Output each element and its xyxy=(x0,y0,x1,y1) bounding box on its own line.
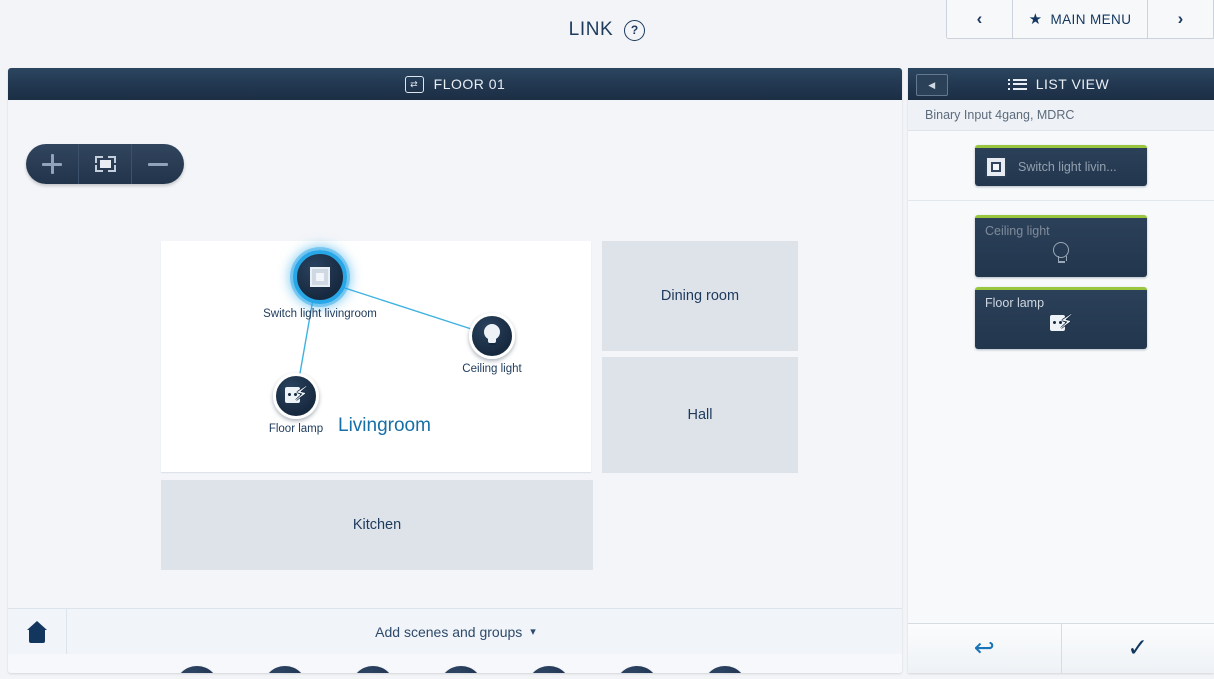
device-node-floor-lamp[interactable]: ⚡ Floor lamp xyxy=(269,373,323,435)
top-nav-group: ‹ ★ MAIN MENU › xyxy=(946,0,1214,39)
add-scenes-bar: Add scenes and groups ▾ xyxy=(8,608,902,654)
main-menu-button[interactable]: ★ MAIN MENU xyxy=(1013,0,1148,39)
device-node-label: Ceiling light xyxy=(462,363,522,375)
home-button[interactable] xyxy=(8,609,67,654)
help-icon[interactable]: ? xyxy=(624,19,646,41)
device-node-label: Floor lamp xyxy=(268,423,324,435)
scene-disc xyxy=(175,666,219,673)
socket-bolt-icon: ⚡ xyxy=(1050,313,1073,334)
back-button[interactable]: ↩ xyxy=(908,624,1061,673)
list-view-footer: ↩ ✓ xyxy=(908,623,1214,673)
fit-to-screen-icon xyxy=(94,156,116,172)
room-label-livingroom: Livingroom xyxy=(338,415,431,436)
star-icon: ★ xyxy=(1028,10,1043,28)
device-disc: ⚡ xyxy=(273,373,319,419)
collapse-left-icon[interactable]: ◀ xyxy=(916,74,948,96)
home-icon xyxy=(27,620,47,643)
nav-next-button[interactable]: › xyxy=(1148,0,1214,39)
scene-disc xyxy=(527,666,571,673)
device-node-label: Switch light livingroom xyxy=(263,308,377,320)
list-source-section: Switch light livin... xyxy=(908,131,1214,201)
list-item-icon-wrap: ⚡ xyxy=(985,313,1137,334)
bulb-outline-icon xyxy=(1051,242,1071,266)
switch-icon xyxy=(985,156,1007,178)
scene-disc xyxy=(439,666,483,673)
top-bar: LINK ? ‹ ★ MAIN MENU › xyxy=(0,0,1214,60)
floorplan-title: FLOOR 01 xyxy=(433,76,506,92)
floorplan-icon: ⇄ xyxy=(404,75,424,93)
device-disc xyxy=(293,250,347,304)
list-item-floor-lamp[interactable]: Floor lamp ⚡ xyxy=(975,287,1147,349)
device-node-ceiling-light[interactable]: Ceiling light xyxy=(462,313,522,375)
floorplan-header: ⇄ FLOOR 01 xyxy=(8,68,902,100)
chevron-down-icon: ▾ xyxy=(530,626,536,638)
room-label: Dining room xyxy=(660,288,740,304)
bulb-icon xyxy=(482,324,502,348)
main-menu-label: MAIN MENU xyxy=(1050,11,1132,27)
scene-item-light-group[interactable]: Light group xyxy=(153,654,241,673)
device-node-switch-light-livingroom[interactable]: Switch light livingroom xyxy=(263,250,377,320)
checkmark-icon: ✓ xyxy=(1127,634,1149,662)
list-view-title: LIST VIEW xyxy=(1035,76,1110,92)
list-item-label: Switch light livin... xyxy=(1018,160,1117,174)
list-view-subheader: Binary Input 4gang, MDRC xyxy=(908,100,1214,131)
list-icon xyxy=(1007,78,1027,90)
scene-item-all-blinds-closed[interactable]: All blinds closed xyxy=(681,654,769,673)
room-hall[interactable]: Hall xyxy=(602,357,798,473)
list-item-label: Ceiling light xyxy=(985,224,1050,238)
zoom-in-button[interactable] xyxy=(26,144,78,184)
room-label: Kitchen xyxy=(352,517,402,533)
scene-disc xyxy=(351,666,395,673)
list-item-label: Floor lamp xyxy=(985,296,1045,310)
scene-disc xyxy=(263,666,307,673)
switch-icon xyxy=(310,267,330,287)
scene-toolbar: Light group Blind group New scene Panic … xyxy=(8,654,902,673)
floorplan-canvas[interactable]: Dining room Hall Kitchen Livingroom Swit… xyxy=(8,100,902,608)
add-scenes-and-groups-button[interactable]: Add scenes and groups ▾ xyxy=(67,624,844,640)
list-item-ceiling-light[interactable]: Ceiling light xyxy=(975,215,1147,277)
room-livingroom[interactable] xyxy=(161,241,591,472)
list-item-icon-wrap xyxy=(985,242,1137,266)
nav-prev-button[interactable]: ‹ xyxy=(947,0,1013,39)
list-item-switch-light-livingroom[interactable]: Switch light livin... xyxy=(975,145,1147,186)
back-arrow-icon: ↩ xyxy=(973,634,995,662)
scene-disc xyxy=(703,666,747,673)
list-view-panel: ◀ LIST VIEW Binary Input 4gang, MDRC Swi… xyxy=(908,68,1214,673)
add-scenes-label: Add scenes and groups xyxy=(375,623,523,640)
scene-item-panic-scene[interactable]: Panic scene xyxy=(417,654,505,673)
room-dining-room[interactable]: Dining room xyxy=(602,241,798,351)
confirm-button[interactable]: ✓ xyxy=(1060,624,1214,673)
zoom-out-button[interactable] xyxy=(131,144,184,184)
scene-item-blind-group[interactable]: Blind group xyxy=(241,654,329,673)
fit-to-screen-button[interactable] xyxy=(78,144,131,184)
list-view-header: ◀ LIST VIEW xyxy=(908,68,1214,100)
scene-item-all-blinds-open[interactable]: All blinds open xyxy=(593,654,681,673)
floorplan-panel: ⇄ FLOOR 01 Dining room Hall Kitchen Livi… xyxy=(8,68,902,673)
room-label: Hall xyxy=(687,407,713,423)
app-root: LINK ? ‹ ★ MAIN MENU › ⇄ FLOOR 01 Dining… xyxy=(0,0,1214,679)
scene-disc xyxy=(615,666,659,673)
device-disc xyxy=(469,313,515,359)
room-kitchen[interactable]: Kitchen xyxy=(161,480,593,570)
app-title-text: LINK xyxy=(568,19,614,40)
socket-bolt-icon: ⚡ xyxy=(285,385,308,406)
list-target-section: Ceiling light Floor lamp ⚡ xyxy=(908,201,1214,373)
zoom-controls xyxy=(26,144,184,184)
scene-item-new-scene[interactable]: New scene xyxy=(329,654,417,673)
scene-item-all-off[interactable]: All off xyxy=(505,654,593,673)
